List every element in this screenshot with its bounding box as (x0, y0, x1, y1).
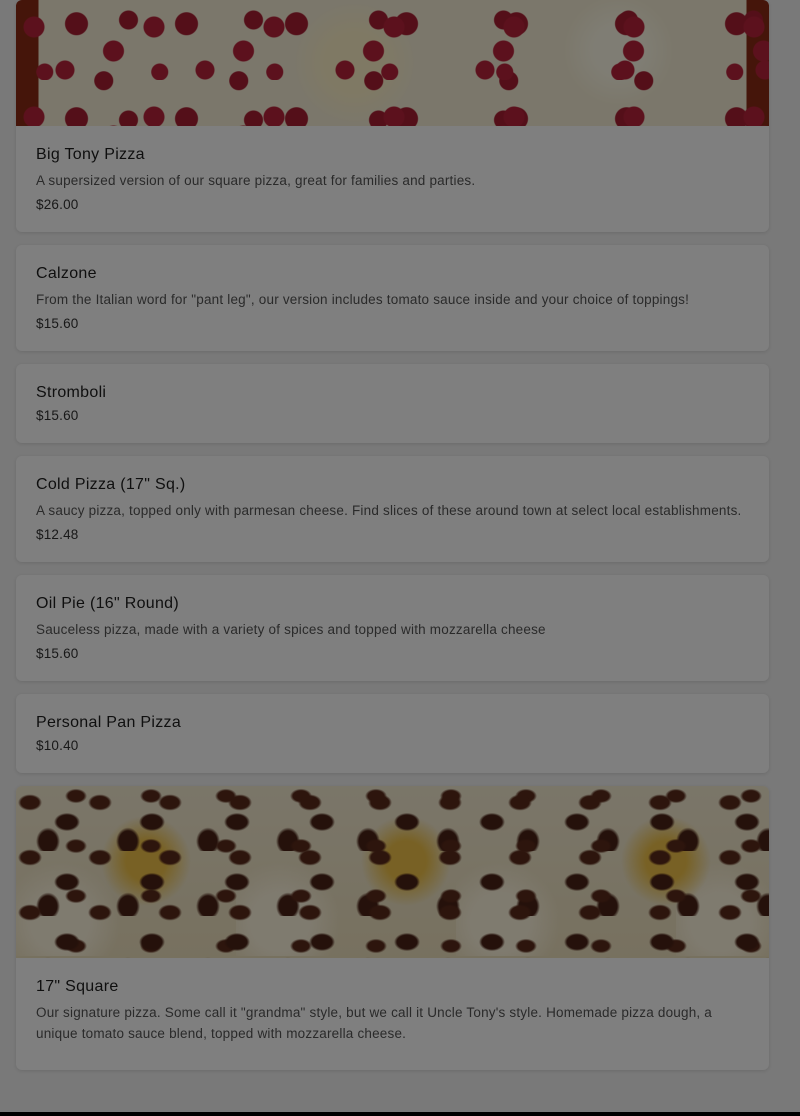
item-title: Personal Pan Pizza (36, 714, 182, 731)
menu-list: Big Tony Pizza A supersized version of o… (16, 0, 769, 1083)
item-title: Cold Pizza (17" Sq.) (36, 476, 186, 493)
item-price: $12.48 (36, 527, 79, 542)
item-description: A saucy pizza, topped only with parmesan… (36, 503, 742, 518)
item-price: $26.00 (36, 197, 79, 212)
menu-item-big-tony-pizza[interactable]: Big Tony Pizza A supersized version of o… (16, 0, 769, 232)
item-description: A supersized version of our square pizza… (36, 173, 476, 188)
item-title: Calzone (36, 265, 97, 282)
item-price: $15.60 (36, 316, 79, 331)
pizza-photo (16, 786, 769, 958)
menu-item-17-square[interactable]: 17" Square Our signature pizza. Some cal… (16, 786, 769, 1070)
bottom-edge (0, 1112, 800, 1116)
item-description: From the Italian word for "pant leg", ou… (36, 292, 690, 307)
item-title: Big Tony Pizza (36, 146, 145, 163)
menu-item-oil-pie[interactable]: Oil Pie (16" Round) Sauceless pizza, mad… (16, 575, 769, 681)
menu-item-stromboli[interactable]: Stromboli $15.60 (16, 364, 769, 443)
item-title: 17" Square (36, 978, 119, 995)
item-price: $15.60 (36, 408, 79, 423)
menu-item-personal-pan-pizza[interactable]: Personal Pan Pizza $10.40 (16, 694, 769, 773)
item-price: $10.40 (36, 738, 79, 753)
item-description: Sauceless pizza, made with a variety of … (36, 622, 546, 637)
menu-item-cold-pizza[interactable]: Cold Pizza (17" Sq.) A saucy pizza, topp… (16, 456, 769, 562)
item-description: Our signature pizza. Some call it "grand… (36, 1005, 713, 1041)
item-title: Stromboli (36, 384, 107, 401)
item-title: Oil Pie (16" Round) (36, 595, 179, 612)
menu-item-calzone[interactable]: Calzone From the Italian word for "pant … (16, 245, 769, 351)
item-price: $15.60 (36, 646, 79, 661)
pizza-photo (16, 0, 769, 126)
